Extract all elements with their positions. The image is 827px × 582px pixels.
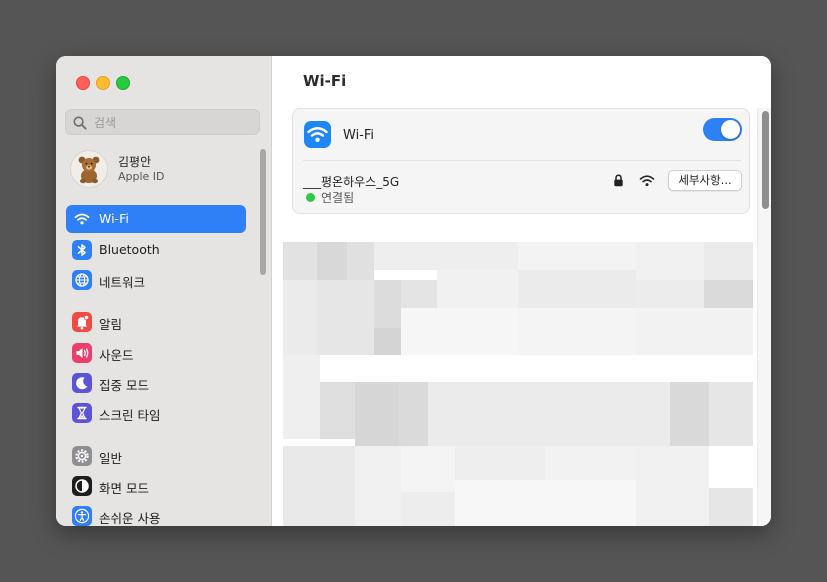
globe-icon: [72, 270, 92, 290]
sidebar-scrollbar[interactable]: [260, 149, 266, 275]
wifi-icon: [72, 209, 92, 229]
sidebar-item-label: 알림: [99, 317, 123, 332]
minimize-button[interactable]: [96, 76, 110, 90]
teddy-bear-icon: [78, 156, 100, 184]
connection-status: 연결됨: [321, 191, 355, 205]
sidebar-item-label: 손쉬운 사용: [99, 511, 161, 526]
sidebar: 김평안 Apple ID Wi-Fi Bluetooth: [56, 56, 272, 526]
account-name: 김평안: [118, 155, 152, 169]
sidebar-item-label: 화면 모드: [99, 481, 149, 496]
network-name: ___평온하우스_5G: [303, 175, 400, 189]
details-button[interactable]: 세부사항...: [668, 170, 742, 191]
settings-window: 김평안 Apple ID Wi-Fi Bluetooth: [56, 56, 771, 526]
sidebar-item-label: 네트워크: [99, 275, 146, 290]
search-icon: [73, 116, 87, 130]
status-indicator-dot: [306, 193, 315, 202]
sidebar-item-notifications[interactable]: 알림: [66, 308, 246, 336]
close-button[interactable]: [76, 76, 90, 90]
sidebar-item-general[interactable]: 일반: [66, 442, 246, 470]
sidebar-item-screen-time[interactable]: 스크린 타임: [66, 399, 246, 427]
moon-icon: [72, 373, 92, 393]
sidebar-item-appearance[interactable]: 화면 모드: [66, 472, 246, 500]
wifi-label: Wi-Fi: [343, 128, 375, 143]
search-field[interactable]: [65, 109, 260, 135]
accessibility-icon: [72, 506, 92, 526]
sidebar-item-network[interactable]: 네트워크: [66, 266, 246, 294]
content-pane: Wi-Fi Wi-Fi ___평온하우스_5G 연결됨 세부사항...: [272, 56, 771, 526]
sidebar-item-label: 스크린 타임: [99, 408, 161, 423]
sidebar-item-accessibility[interactable]: 손쉬운 사용: [66, 502, 246, 526]
wifi-icon: [304, 121, 331, 148]
sidebar-item-label: Bluetooth: [99, 242, 160, 257]
sidebar-item-bluetooth[interactable]: Bluetooth: [66, 236, 246, 264]
apple-id-account[interactable]: 김평안 Apple ID: [70, 150, 260, 190]
search-input[interactable]: [92, 113, 256, 133]
gear-icon: [72, 446, 92, 466]
sidebar-item-sound[interactable]: 사운드: [66, 339, 246, 367]
sidebar-item-wifi[interactable]: Wi-Fi: [66, 205, 246, 233]
avatar: [70, 150, 108, 188]
sidebar-item-label: Wi-Fi: [99, 211, 129, 226]
sidebar-item-label: 집중 모드: [99, 378, 149, 393]
wifi-card: Wi-Fi ___평온하우스_5G 연결됨 세부사항...: [292, 108, 750, 214]
pixelated-content: [283, 242, 753, 526]
lock-icon: [614, 174, 623, 187]
bell-icon: [72, 312, 92, 332]
speaker-icon: [72, 343, 92, 363]
toggle-knob: [721, 120, 740, 139]
hourglass-icon: [72, 403, 92, 423]
wifi-signal-icon: [639, 175, 655, 187]
account-subtitle: Apple ID: [118, 170, 165, 183]
sidebar-item-label: 사운드: [99, 348, 134, 363]
wifi-toggle[interactable]: [703, 118, 742, 141]
appearance-icon: [72, 476, 92, 496]
maximize-button[interactable]: [116, 76, 130, 90]
page-title: Wi-Fi: [303, 72, 347, 90]
content-scrollbar-thumb[interactable]: [762, 111, 769, 209]
content-scrollbar-track[interactable]: [757, 108, 771, 526]
sidebar-item-label: 일반: [99, 451, 123, 466]
bluetooth-icon: [72, 240, 92, 260]
sidebar-item-focus[interactable]: 집중 모드: [66, 369, 246, 397]
divider: [303, 160, 741, 161]
